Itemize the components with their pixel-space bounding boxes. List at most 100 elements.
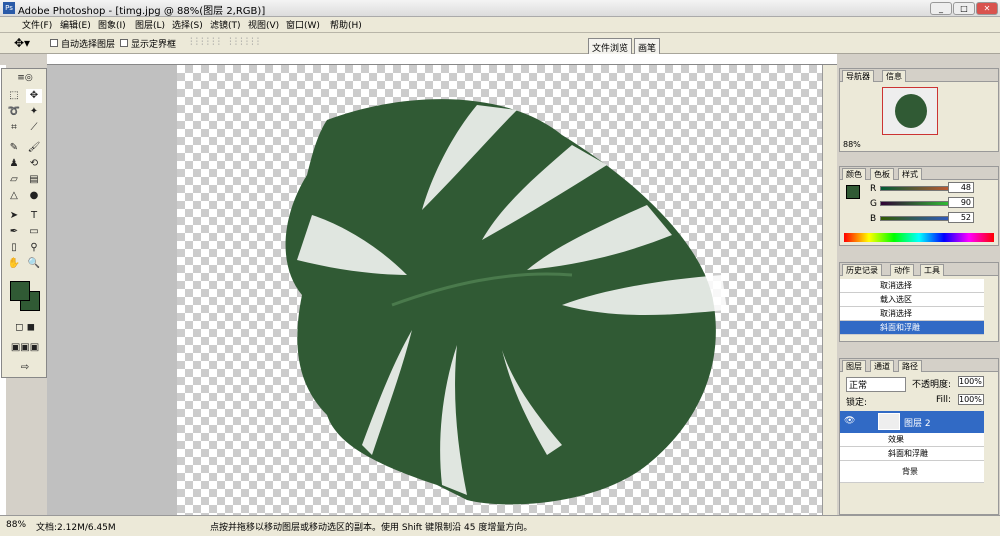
healing-brush-icon[interactable]: ✎ (6, 141, 22, 155)
history-item[interactable]: 载入选区 (840, 293, 984, 307)
jump-to-imageready-icon[interactable]: ⇨ (6, 361, 44, 375)
blur-icon[interactable]: △ (6, 189, 22, 203)
show-bounds-checkbox[interactable] (120, 39, 128, 47)
marquee-icon[interactable]: ⬚ (6, 89, 22, 103)
navigator-preview[interactable] (882, 87, 938, 135)
move-tool-icon[interactable]: ✥▾ (14, 36, 30, 50)
fill-label: Fill: (936, 395, 952, 405)
close-button[interactable]: ✕ (976, 2, 998, 15)
maximize-button[interactable]: □ (953, 2, 975, 15)
eyedropper-icon[interactable]: ⚲ (26, 241, 42, 255)
visibility-eye-icon[interactable]: 👁 (844, 416, 855, 426)
menu-image[interactable]: 图象(I) (98, 18, 126, 31)
tab-navigator[interactable]: 导航器 (842, 70, 874, 82)
panel-dock: 导航器 信息 88% 颜色 色板 样式 R 48 G 90 B 52 历史记录 … (838, 54, 1000, 515)
menu-layer[interactable]: 图层(L) (135, 18, 165, 31)
type-icon[interactable]: T (26, 209, 42, 223)
menu-filter[interactable]: 滤镜(T) (210, 18, 241, 31)
navigator-zoom[interactable]: 88% (843, 140, 861, 149)
status-doc-size: 文档:2.12M/6.45M (36, 523, 116, 533)
path-select-icon[interactable]: ➤ (6, 209, 22, 223)
g-value[interactable]: 90 (948, 197, 974, 208)
eraser-icon[interactable]: ▱ (6, 173, 22, 187)
screen-mode-icons[interactable]: ▣▣▣ (6, 341, 44, 355)
hand-icon[interactable]: ✋ (6, 257, 22, 271)
history-panel: 历史记录 动作 工具 取消选择 载入选区 取消选择 斜面和浮雕 (839, 262, 999, 342)
tab-history[interactable]: 历史记录 (842, 264, 882, 276)
foreground-color-swatch[interactable] (10, 281, 30, 301)
layers-panel: 图层 通道 路径 正常 不透明度: 100% 锁定: Fill: 100% 👁 … (839, 358, 999, 515)
color-fg-swatch[interactable] (846, 185, 860, 199)
menu-window[interactable]: 窗口(W) (286, 18, 320, 31)
document-canvas[interactable] (177, 65, 837, 515)
lasso-icon[interactable]: ➰ (6, 105, 22, 119)
gradient-icon[interactable]: ▤ (26, 173, 42, 187)
move-icon[interactable]: ✥ (26, 89, 42, 103)
history-item[interactable]: 取消选择 (840, 307, 984, 321)
ruler-horizontal (47, 54, 837, 65)
tab-styles[interactable]: 样式 (898, 168, 922, 180)
quick-mask-icons[interactable]: ◻ ◼ (6, 321, 44, 335)
zoom-icon[interactable]: 🔍 (26, 257, 42, 271)
navigator-panel: 导航器 信息 88% (839, 68, 999, 152)
history-brush-icon[interactable]: ⟲ (26, 157, 42, 171)
canvas-pasteboard (47, 65, 177, 515)
tab-brush[interactable]: 画笔 (634, 38, 661, 54)
bevel-effect-row[interactable]: 斜面和浮雕 (840, 447, 984, 461)
fill-value[interactable]: 100% (958, 394, 984, 405)
status-zoom[interactable]: 88% (6, 520, 26, 530)
layer-thumbnail (878, 413, 900, 430)
layer-row-2[interactable]: 👁 图层 2 (840, 411, 984, 433)
align-icons[interactable]: ⫶⫶⫶⫶⫶⫶ ⫶⫶⫶⫶⫶⫶ (190, 37, 262, 48)
toolbox-header: ≡◎ (17, 73, 33, 83)
show-bounds-label: 显示定界框 (131, 40, 177, 50)
opacity-value[interactable]: 100% (958, 376, 984, 387)
layer-name[interactable]: 图层 2 (904, 416, 931, 429)
crop-icon[interactable]: ⌗ (6, 121, 22, 135)
tab-tools[interactable]: 工具 (920, 264, 944, 276)
menu-select[interactable]: 选择(S) (172, 18, 203, 31)
menu-edit[interactable]: 编辑(E) (60, 18, 91, 31)
menu-help[interactable]: 帮助(H) (330, 18, 362, 31)
auto-select-checkbox[interactable] (50, 39, 58, 47)
effects-row[interactable]: 效果 (840, 433, 984, 447)
opacity-label: 不透明度: (912, 380, 952, 390)
title-bar: Ps Adobe Photoshop - [timg.jpg @ 88%(图层 … (0, 0, 1000, 17)
shape-icon[interactable]: ▭ (26, 225, 42, 239)
menu-file[interactable]: 文件(F) (22, 18, 52, 31)
tab-file-browser[interactable]: 文件浏览 (588, 38, 633, 54)
color-panel: 颜色 色板 样式 R 48 G 90 B 52 (839, 166, 999, 246)
history-item[interactable]: 取消选择 (840, 279, 984, 293)
menu-bar: 文件(F) 编辑(E) 图象(I) 图层(L) 选择(S) 滤镜(T) 视图(V… (0, 17, 1000, 33)
r-value[interactable]: 48 (948, 182, 974, 193)
minimize-button[interactable]: _ (930, 2, 952, 15)
tab-channels[interactable]: 通道 (870, 360, 894, 372)
blend-mode-select[interactable]: 正常 (846, 377, 906, 392)
options-bar: ✥▾ 自动选择图层 显示定界框 ⫶⫶⫶⫶⫶⫶ ⫶⫶⫶⫶⫶⫶ 文件浏览 画笔 (0, 33, 1000, 54)
monstera-leaf-image (285, 99, 727, 505)
tab-paths[interactable]: 路径 (898, 360, 922, 372)
g-label: G (870, 199, 877, 209)
pen-icon[interactable]: ✒ (6, 225, 22, 239)
tab-layers[interactable]: 图层 (842, 360, 866, 372)
clone-stamp-icon[interactable]: ♟ (6, 157, 22, 171)
menu-view[interactable]: 视图(V) (248, 18, 279, 31)
slice-icon[interactable]: ⟋ (26, 121, 42, 135)
vertical-scrollbar[interactable] (822, 65, 837, 515)
background-layer-row[interactable]: 背景 (840, 461, 984, 483)
magic-wand-icon[interactable]: ✦ (26, 105, 42, 119)
tab-swatches[interactable]: 色板 (870, 168, 894, 180)
lock-label: 锁定: (846, 398, 868, 408)
notes-icon[interactable]: ▯ (6, 241, 22, 255)
tab-color[interactable]: 颜色 (842, 168, 866, 180)
b-value[interactable]: 52 (948, 212, 974, 223)
history-item-selected[interactable]: 斜面和浮雕 (840, 321, 984, 335)
status-bar: 88% 文档:2.12M/6.45M 点按并拖移以移动图层或移动选区的副本。使用… (0, 515, 1000, 536)
dodge-icon[interactable]: ● (26, 189, 42, 203)
toolbox: ≡◎ ⬚ ✥ ➰ ✦ ⌗ ⟋ ✎ 🖌 ♟ ⟲ ▱ ▤ △ ● ➤ T ✒ ▭ ▯… (1, 68, 47, 378)
brush-icon[interactable]: 🖌 (26, 141, 42, 155)
photoshop-icon: Ps (3, 2, 15, 14)
tab-actions[interactable]: 动作 (890, 264, 914, 276)
tab-info[interactable]: 信息 (882, 70, 906, 82)
color-spectrum[interactable] (844, 233, 994, 242)
